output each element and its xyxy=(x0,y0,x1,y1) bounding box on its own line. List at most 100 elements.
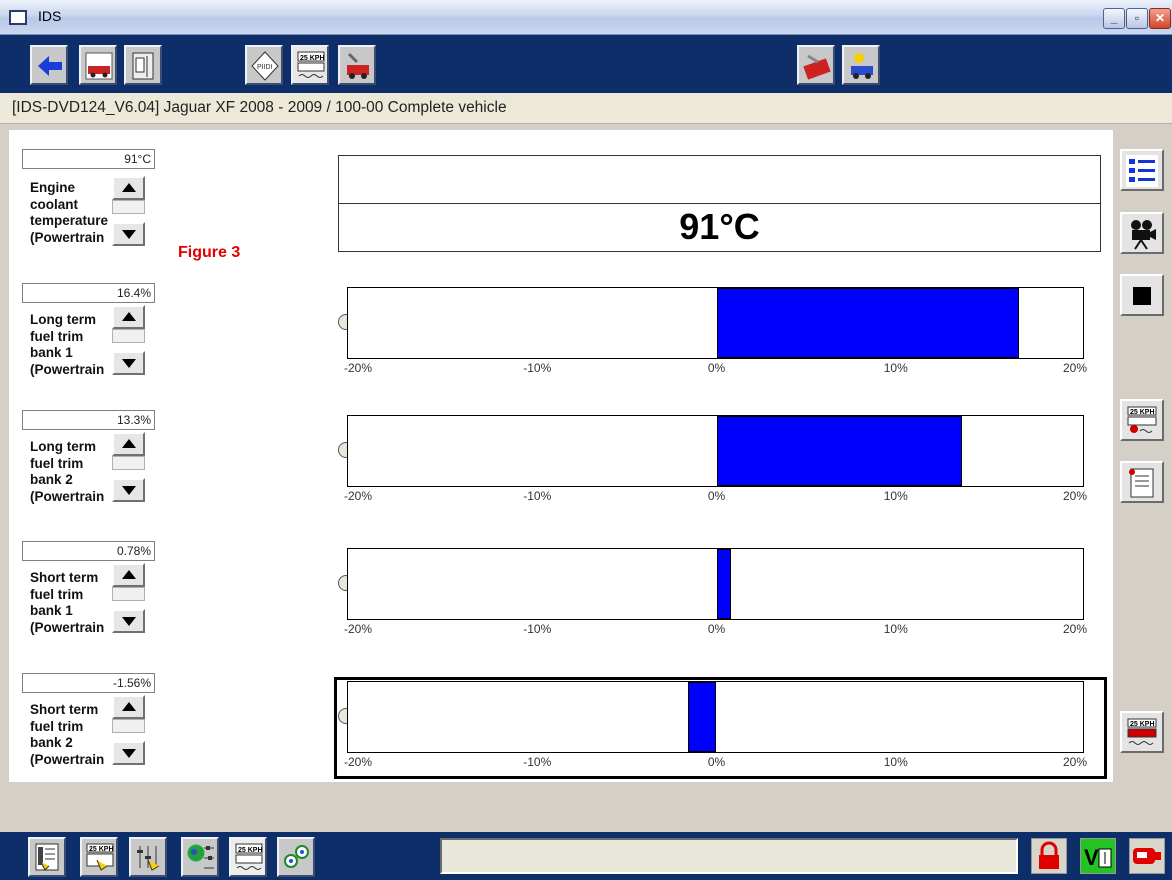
svg-text:PIIDI: PIIDI xyxy=(257,64,273,71)
scroll-up-button[interactable] xyxy=(112,432,145,456)
car-sun-button[interactable] xyxy=(842,45,880,85)
scroll-track[interactable] xyxy=(112,200,145,214)
scroll-up-button[interactable] xyxy=(112,305,145,329)
speedometer-hand-icon: 25 KPH xyxy=(86,843,114,871)
parameter-spinner xyxy=(112,563,145,647)
selected-row-highlight xyxy=(334,677,1107,779)
globe-settings-button[interactable] xyxy=(181,837,219,877)
svg-text:25 KPH: 25 KPH xyxy=(89,846,114,853)
speedometer-hand-button[interactable]: 25 KPH xyxy=(80,837,118,877)
divider xyxy=(339,203,1100,204)
main-toolbar: PIIDI 25 KPH xyxy=(0,35,1172,93)
parameter-value: 0.78% xyxy=(22,541,155,561)
scroll-up-button[interactable] xyxy=(112,695,145,719)
vehicle-info-button[interactable] xyxy=(79,45,117,85)
phone-list-button[interactable] xyxy=(28,837,66,877)
coolant-temp-label: Engine coolant temperature (Powertrain xyxy=(30,180,109,245)
vehicle-info-icon xyxy=(85,52,113,80)
vci-plug-status[interactable] xyxy=(1129,838,1165,874)
scale-tick-label: 20% xyxy=(1062,489,1088,503)
toolbox-button[interactable] xyxy=(797,45,835,85)
datalogger-tab-icon: 25 KPH xyxy=(235,843,263,870)
scale-tick-label: 0% xyxy=(707,622,726,636)
scroll-down-button[interactable] xyxy=(112,478,145,502)
notepad-icon xyxy=(1129,468,1154,498)
scale-tick-label: 10% xyxy=(883,361,908,375)
datalogger-tab-button[interactable]: 25 KPH xyxy=(229,837,267,877)
scroll-up-button[interactable] xyxy=(112,563,145,587)
speedometer-datalogger-icon: 25 KPH xyxy=(297,51,325,78)
scale-tick-label: 20% xyxy=(1062,361,1088,375)
parameter-spinner xyxy=(112,695,145,779)
parameter-label: Short term fuel trim bank 1 (Powertrain xyxy=(30,570,105,635)
recorder-icon: 25 KPH xyxy=(1127,406,1157,433)
stop-button[interactable] xyxy=(1120,274,1164,316)
recorder-button[interactable]: 25 KPH xyxy=(1120,399,1164,441)
lock-icon xyxy=(1039,841,1059,869)
list-button[interactable] xyxy=(1120,149,1164,191)
parameter-label: Long term fuel trim bank 1 (Powertrain xyxy=(30,312,105,377)
car-sun-icon xyxy=(851,53,873,79)
lock-status[interactable] xyxy=(1031,838,1067,874)
parameter-value: -1.56% xyxy=(22,673,155,693)
service-car-button[interactable] xyxy=(338,45,376,85)
notebook-button[interactable] xyxy=(124,45,162,85)
battery-voltage-status[interactable]: V xyxy=(1080,838,1116,874)
list-icon xyxy=(1126,155,1158,187)
datalogger-side-button[interactable]: 25 KPH xyxy=(1120,711,1164,753)
scroll-track[interactable] xyxy=(112,719,145,733)
restore-button[interactable]: ▫ xyxy=(1126,8,1148,29)
bar-gauge xyxy=(347,287,1084,359)
network-button[interactable] xyxy=(277,837,315,877)
datalogger-button[interactable]: 25 KPH xyxy=(291,45,329,85)
back-button[interactable] xyxy=(30,45,68,85)
service-car-icon xyxy=(347,52,369,79)
coolant-temp-spinner xyxy=(112,176,145,260)
close-button[interactable]: ✕ xyxy=(1149,8,1171,29)
camera-button[interactable] xyxy=(1120,212,1164,254)
window-icon xyxy=(9,10,27,25)
figure-annotation: Figure 3 xyxy=(178,244,241,261)
coolant-temp-value: 91°C xyxy=(22,149,155,169)
gauge-bar xyxy=(716,288,1019,358)
breadcrumb-text: [IDS-DVD124_V6.04] Jaguar XF 2008 - 2009… xyxy=(12,99,507,116)
engine-chip-button[interactable]: PIIDI xyxy=(245,45,283,85)
scroll-track[interactable] xyxy=(112,329,145,343)
scale-tick-label: -10% xyxy=(523,489,552,503)
minimize-button[interactable]: _ xyxy=(1103,8,1125,29)
coolant-temp-display: 91°C xyxy=(338,155,1101,252)
scale-tick-label: -20% xyxy=(343,489,373,503)
scroll-down-button[interactable] xyxy=(112,741,145,765)
hand-settings-icon xyxy=(137,846,160,871)
right-toolbar: 25 KPH 25 KPH xyxy=(1113,124,1172,788)
parameter-spinner xyxy=(112,432,145,516)
parameter-label: Short term fuel trim bank 2 (Powertrain xyxy=(30,702,105,767)
scroll-up-button[interactable] xyxy=(112,176,145,200)
globe-settings-icon xyxy=(187,844,214,869)
scroll-down-button[interactable] xyxy=(112,351,145,375)
notebook-icon xyxy=(132,52,154,80)
svg-text:V: V xyxy=(1084,845,1099,870)
notepad-button[interactable] xyxy=(1120,461,1164,503)
camera-icon xyxy=(1131,220,1156,250)
scroll-track[interactable] xyxy=(112,456,145,470)
hand-settings-button[interactable] xyxy=(129,837,167,877)
network-icon xyxy=(284,845,309,868)
back-arrow-icon xyxy=(38,56,62,76)
scroll-down-button[interactable] xyxy=(112,609,145,633)
scroll-down-button[interactable] xyxy=(112,222,145,246)
phone-list-icon xyxy=(35,843,59,871)
toolbox-icon xyxy=(803,54,831,80)
bar-gauge xyxy=(347,415,1084,487)
scale-tick-label: 10% xyxy=(883,489,908,503)
svg-text:25 KPH: 25 KPH xyxy=(1130,409,1155,416)
scale-tick-label: -10% xyxy=(523,622,552,636)
scale-tick-label: 0% xyxy=(707,361,726,375)
battery-voltage-icon: V xyxy=(1084,845,1112,870)
window-title: IDS xyxy=(38,8,62,24)
svg-text:25 KPH: 25 KPH xyxy=(238,847,263,854)
parameter-label: Long term fuel trim bank 2 (Powertrain xyxy=(30,439,105,504)
scale-tick-label: 20% xyxy=(1062,622,1088,636)
scroll-track[interactable] xyxy=(112,587,145,601)
scale-tick-label: -20% xyxy=(343,622,373,636)
